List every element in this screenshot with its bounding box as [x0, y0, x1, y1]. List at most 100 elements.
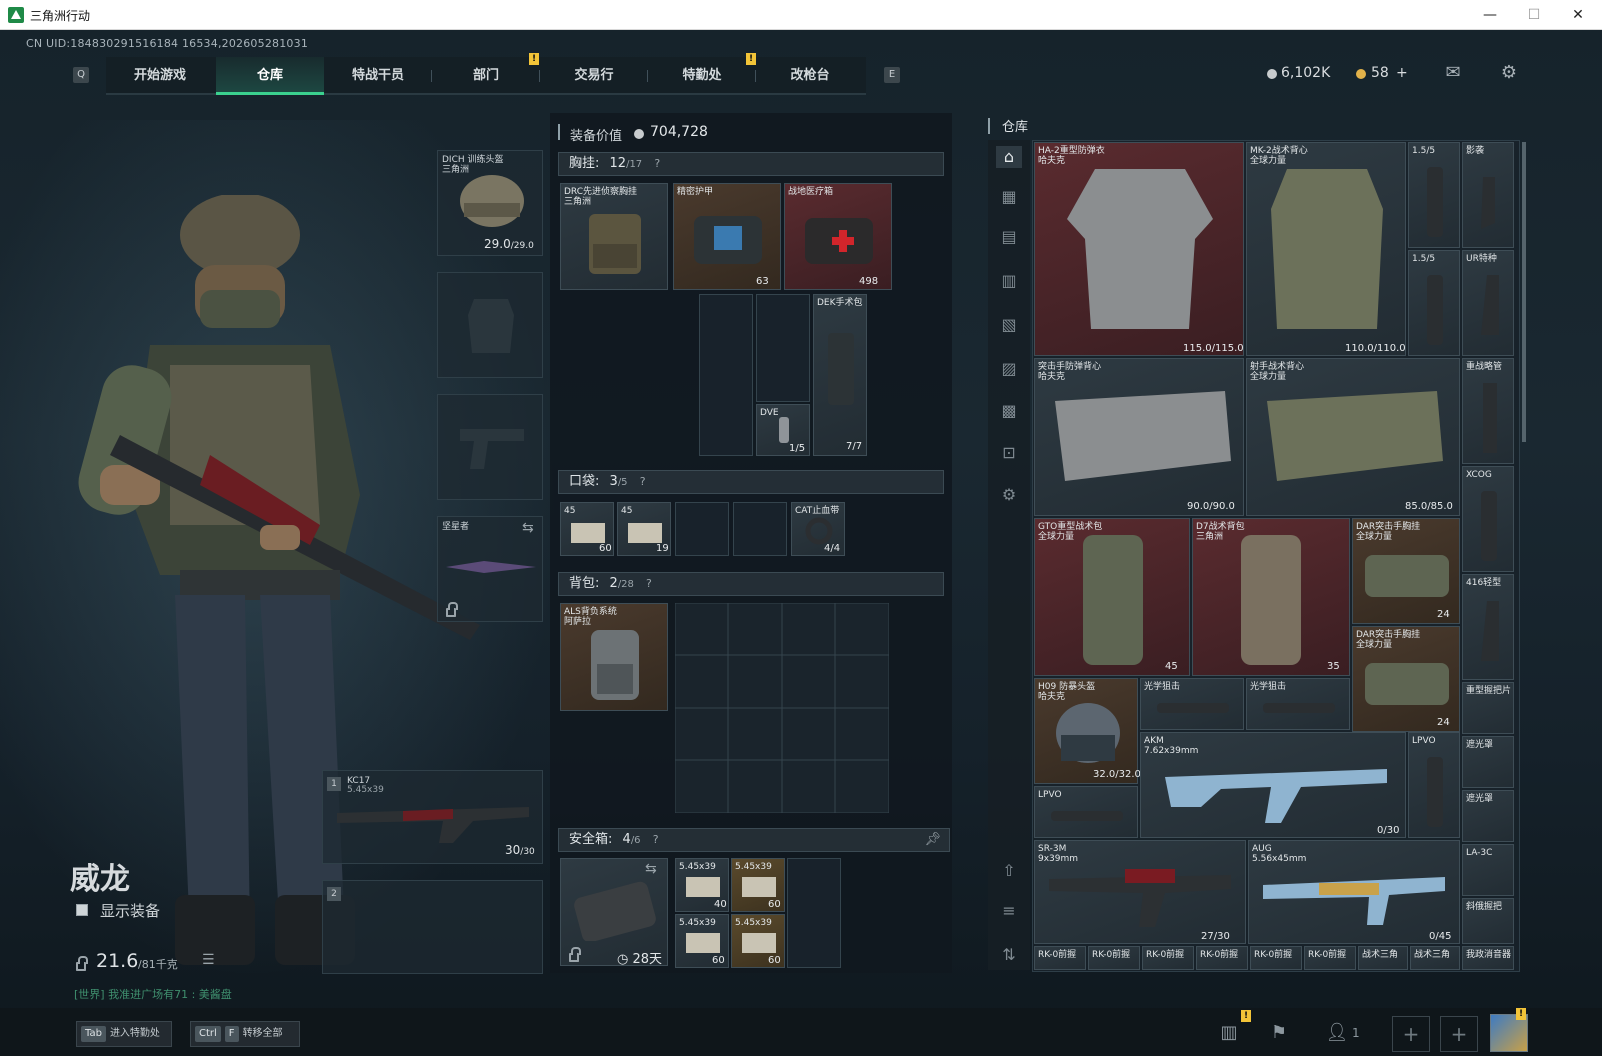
pistol-slot-empty[interactable] [437, 394, 543, 500]
flag-icon[interactable]: ⚑ [1264, 1018, 1294, 1048]
rig-empty-slot[interactable] [756, 294, 810, 402]
swap-icon[interactable]: ⇆ [645, 861, 657, 877]
nav-prev-key[interactable]: Q [73, 67, 89, 83]
stash-sort-icon[interactable]: ⇅ [996, 944, 1022, 966]
rig-empty-slot[interactable] [699, 294, 753, 456]
stash-item[interactable]: SR-3M 9x39mm 27/30 [1034, 840, 1246, 944]
stash-scrollbar[interactable] [1522, 142, 1526, 442]
stash-item[interactable]: 射手战术背心 全球力量 85.0/85.0 [1246, 358, 1460, 516]
stash-settings-icon[interactable]: ⚙ [996, 484, 1022, 506]
stash-item[interactable]: HA-2重型防弹衣 哈夫克 115.0/115.0 [1034, 142, 1244, 356]
enter-special-ops-button[interactable]: Tab 进入特勤处 [76, 1021, 172, 1047]
stash-item[interactable]: RK-0前握 [1088, 946, 1140, 970]
stash-item[interactable]: AKM 7.62x39mm 0/30 [1140, 732, 1406, 838]
stash-item[interactable]: RK-0前握 [1250, 946, 1302, 970]
pocket-empty-slot[interactable] [733, 502, 787, 556]
safebox-container[interactable]: ⇆ ◷ 28天 [560, 858, 668, 967]
stash-item[interactable]: RK-0前握 [1142, 946, 1194, 970]
pocket-empty-slot[interactable] [675, 502, 729, 556]
safebox-empty-slot[interactable] [787, 858, 841, 968]
stats-icon[interactable]: ▥ [1214, 1018, 1244, 1048]
pocket-item[interactable]: 45 60 [560, 502, 614, 556]
stash-item[interactable]: 1.5/5 [1408, 250, 1460, 356]
add-token-button[interactable]: + [1396, 65, 1408, 81]
stash-item[interactable]: RK-0前握 [1196, 946, 1248, 970]
tourniquet-item[interactable]: CAT止血带 4/4 [791, 502, 845, 556]
stash-item[interactable]: RK-0前握 [1034, 946, 1086, 970]
stash-item[interactable]: MK-2战术背心 全球力量 110.0/110.0 [1246, 142, 1406, 356]
help-icon[interactable]: ? [640, 475, 646, 488]
primary-weapon-slot[interactable]: 1 KC17 5.45x39 30/30 [322, 770, 543, 864]
dve-item[interactable]: DVE 1/5 [756, 404, 810, 456]
stash-item[interactable]: LPVO [1408, 732, 1460, 838]
swap-icon[interactable]: ⇆ [522, 520, 534, 536]
rig-item[interactable]: DRC先进侦察胸挂 三角洲 [560, 183, 668, 290]
tab-warehouse[interactable]: 仓库 [216, 57, 324, 95]
show-gear-checkbox[interactable] [76, 904, 88, 916]
tab-department[interactable]: 部门 [436, 57, 536, 95]
helmet-slot[interactable]: DICH 训练头盔 三角洲 29.0/29.0 [437, 150, 543, 256]
tab-special-ops[interactable]: 特勤处 [652, 57, 752, 95]
safebox-ammo-item[interactable]: 5.45x39 60 [675, 914, 729, 968]
stash-backpack-icon[interactable]: ▥ [996, 270, 1022, 292]
stash-item[interactable]: D7战术背包 三角洲 35 [1192, 518, 1350, 676]
stash-item[interactable]: 战术三角 [1410, 946, 1460, 970]
stash-item[interactable]: 光学狙击 [1140, 678, 1244, 730]
stash-item[interactable]: RK-0前握 [1304, 946, 1356, 970]
stash-item[interactable]: H09 防暴头盔 哈夫克 32.0/32.0 [1034, 678, 1141, 784]
stash-armor-icon[interactable]: ▤ [996, 226, 1022, 248]
stash-item[interactable]: 光学狙击 [1246, 678, 1350, 730]
maximize-button[interactable]: ☐ [1524, 5, 1544, 25]
stash-item[interactable]: 遮光罩 [1462, 736, 1514, 788]
stash-layers-icon[interactable]: ≡ [996, 900, 1022, 922]
tab-start-game[interactable]: 开始游戏 [110, 57, 210, 95]
stash-item[interactable]: LA-3C [1462, 844, 1514, 896]
stash-item[interactable]: 416轻型 [1462, 574, 1514, 680]
backpack-item[interactable]: ALS背负系统 阿萨拉 [560, 603, 668, 711]
stash-item[interactable]: 突击手防弹背心 哈夫克 90.0/90.0 [1034, 358, 1244, 516]
stash-item[interactable]: 影袭 [1462, 142, 1514, 248]
secondary-weapon-slot[interactable]: 2 [322, 880, 543, 974]
close-button[interactable]: ✕ [1568, 5, 1588, 25]
pocket-item[interactable]: 45 19 [617, 502, 671, 556]
stash-item[interactable]: GTO重型战术包 全球力量 45 [1034, 518, 1190, 676]
stash-item[interactable]: DAR突击手胸挂 全球力量 24 [1352, 518, 1460, 624]
stash-item[interactable]: 重战略管 [1462, 358, 1514, 464]
stash-item[interactable]: 1.5/5 [1408, 142, 1460, 248]
medkit-item[interactable]: 战地医疗箱 498 [784, 183, 892, 290]
stash-item[interactable]: AUG 5.56x45mm 0/45 [1248, 840, 1460, 944]
stash-item[interactable]: LPVO [1034, 786, 1138, 838]
help-icon[interactable]: ? [653, 833, 659, 846]
stash-item[interactable]: 我政消音器 [1462, 946, 1514, 970]
add-teammate-button[interactable]: + [1440, 1016, 1478, 1052]
stash-rig-icon[interactable]: ▧ [996, 314, 1022, 336]
tab-operators[interactable]: 特战干员 [328, 57, 428, 95]
transfer-all-button[interactable]: Ctrl F 转移全部 [190, 1021, 300, 1047]
stash-medical-icon[interactable]: ▨ [996, 358, 1022, 380]
mail-icon[interactable]: ✉ [1442, 64, 1464, 82]
help-icon[interactable]: ? [654, 157, 660, 170]
list-icon[interactable]: ☰ [202, 952, 215, 968]
help-icon[interactable]: ? [646, 577, 652, 590]
settings-gear-icon[interactable]: ⚙ [1498, 64, 1520, 82]
stash-item[interactable]: DAR突击手胸挂 全球力量 24 [1352, 626, 1460, 732]
friends-icon[interactable]: 👤︎ [1322, 1018, 1352, 1048]
armor-slot-empty[interactable] [437, 272, 543, 378]
backpack-grid[interactable] [675, 603, 889, 813]
stash-upload-icon[interactable]: ⇧ [996, 860, 1022, 882]
stash-item[interactable]: 斜俄握把 [1462, 898, 1514, 944]
safebox-ammo-item[interactable]: 5.45x39 40 [675, 858, 729, 912]
tab-trading[interactable]: 交易行 [544, 57, 644, 95]
safebox-ammo-item[interactable]: 5.45x39 60 [731, 914, 785, 968]
stash-item[interactable]: UR特种 [1462, 250, 1514, 356]
stash-item[interactable]: XCOG [1462, 466, 1514, 572]
melee-slot[interactable]: 坚星者 ⇆ [437, 516, 543, 622]
stash-all-icon[interactable]: ⌂ [996, 146, 1022, 168]
add-teammate-button[interactable]: + [1392, 1016, 1430, 1052]
stash-ammo-icon[interactable]: ▩ [996, 400, 1022, 422]
minimize-button[interactable]: — [1480, 5, 1500, 25]
surgery-kit-item[interactable]: DEK手术包 7/7 [813, 294, 867, 456]
stash-weapons-icon[interactable]: ▦ [996, 186, 1022, 208]
safebox-ammo-item[interactable]: 5.45x39 60 [731, 858, 785, 912]
nav-next-key[interactable]: E [884, 67, 900, 83]
